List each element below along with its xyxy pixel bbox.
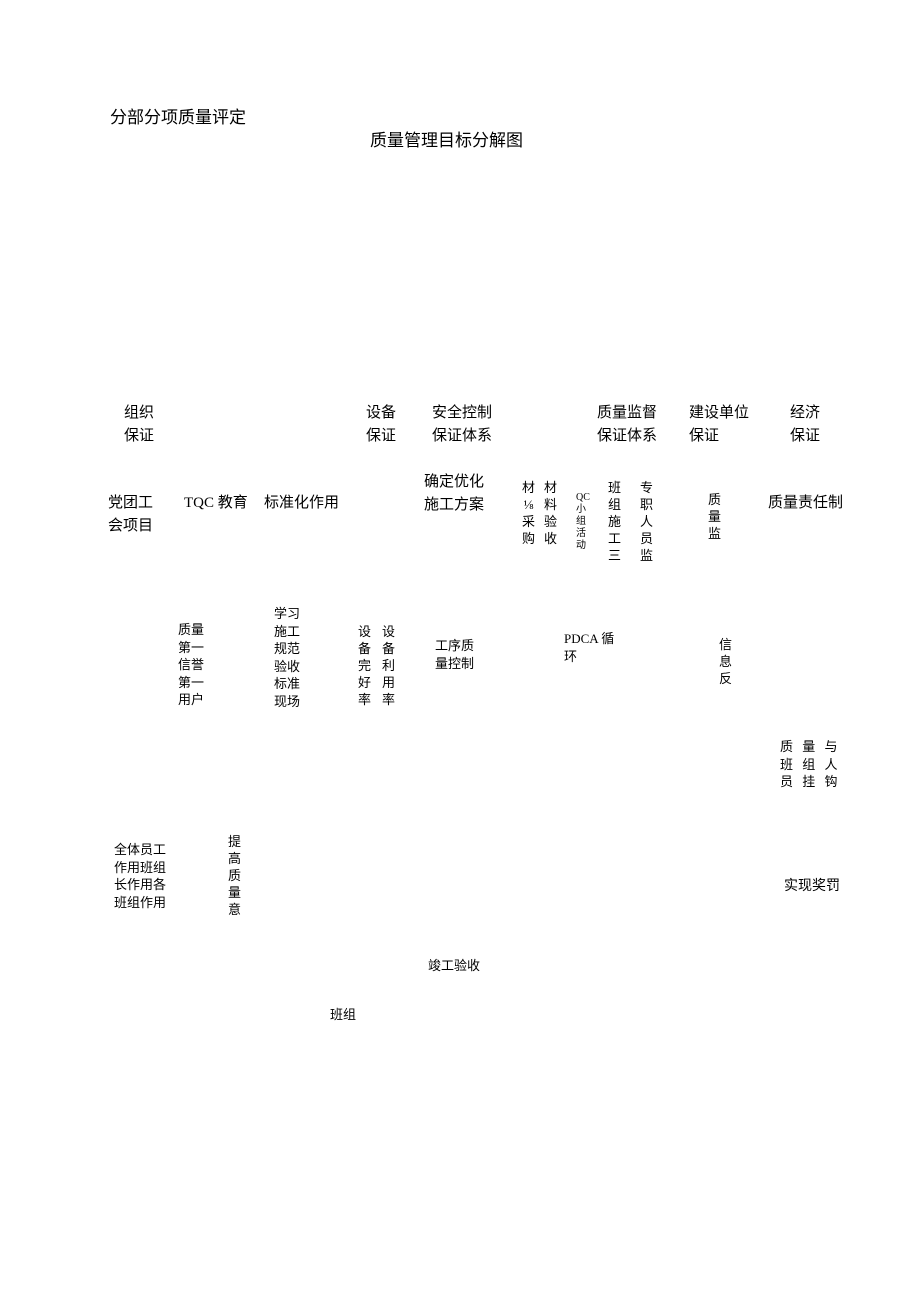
label-pdca-cycle: PDCA 循 环: [564, 630, 614, 665]
label-equip-good-rate: 设备完好率: [358, 624, 371, 708]
page-title: 质量管理目标分解图: [370, 128, 523, 154]
label-study-spec: 学习 施工 规范 验收 标准 现场: [274, 605, 300, 710]
label-info-feedback: 信息反: [719, 637, 732, 688]
label-fulltime-supervise: 专职人员监: [640, 480, 653, 564]
label-construct-unit: 建设单位 保证: [689, 402, 749, 447]
label-quality-hook: 质 量 与 班 组 人 员 挂 钩: [780, 738, 841, 791]
label-org-guarantee: 组织 保证: [124, 402, 154, 447]
label-quality-responsibility: 质量责任制: [768, 492, 843, 515]
label-party-project: 党团工 会项目: [108, 492, 153, 537]
label-qc-group: QC 小组活动: [576, 492, 586, 552]
label-raise-quality-awareness: 提高质量意: [228, 834, 241, 918]
label-team-construct: 班组施工三: [608, 480, 621, 564]
label-quality-supervise: 质量监: [708, 492, 721, 543]
label-equip-guarantee: 设备 保证: [366, 402, 396, 447]
heading-section-eval: 分部分项质量评定: [110, 105, 246, 131]
label-material-purchase: 材⅛采购: [522, 480, 535, 548]
label-process-quality: 工序质 量控制: [435, 637, 474, 672]
label-safety-control: 安全控制 保证体系: [432, 402, 492, 447]
label-optimize-plan: 确定优化 施工方案: [424, 471, 484, 516]
label-equip-use-rate: 设备利用率: [382, 624, 395, 708]
label-reward-punish: 实现奖罚: [784, 878, 840, 897]
label-all-staff: 全体员工 作用班组 长作用各 班组作用: [114, 841, 166, 911]
label-completion-acceptance: 竣工验收: [428, 957, 480, 975]
label-economic-guarantee: 经济 保证: [790, 402, 820, 447]
label-team: 班组: [330, 1006, 356, 1024]
label-standardization: 标准化作用: [264, 492, 339, 515]
label-material-acceptance: 材料验收: [544, 480, 557, 548]
label-tqc-edu: TQC 教育: [184, 492, 248, 515]
label-quality-supervision: 质量监督 保证体系: [597, 402, 657, 447]
label-quality-first: 质量 第一 信誉 第一 用户: [178, 621, 204, 709]
